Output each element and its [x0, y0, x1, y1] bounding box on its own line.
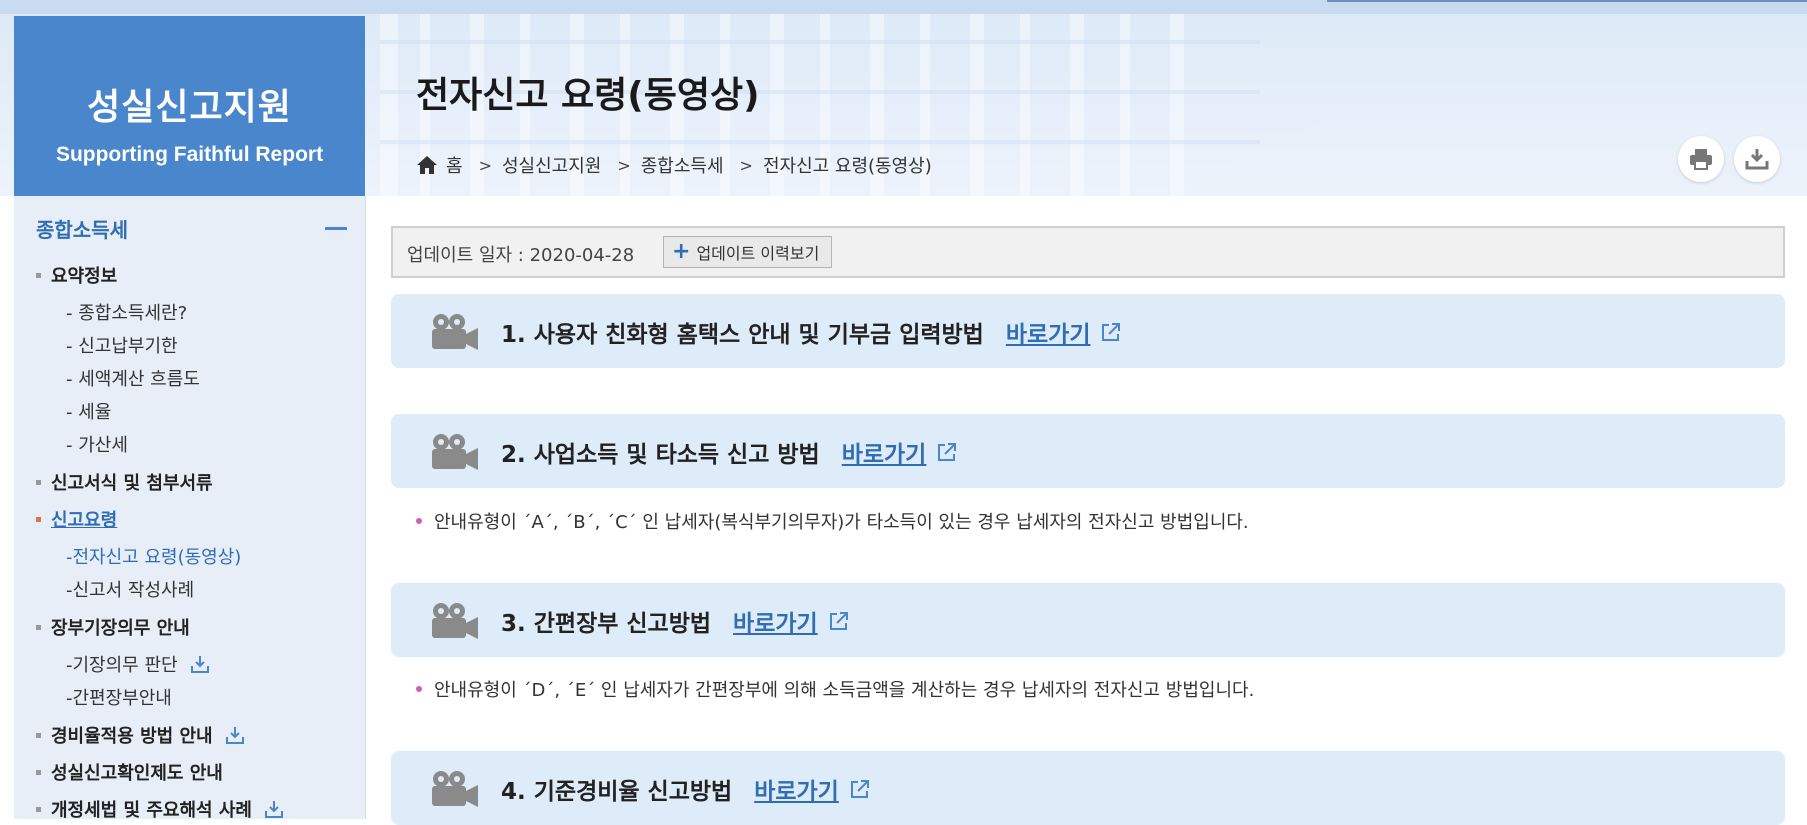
video-camera-icon — [432, 771, 478, 807]
section-description-text: 안내유형이 ´D´, ´E´ 인 납세자가 간편장부에 의해 소득금액을 계산하… — [434, 680, 1255, 701]
chevron-right-icon: > — [739, 155, 753, 175]
section-description: 안내유형이 ´D´, ´E´ 인 납세자가 간편장부에 의해 소득금액을 계산하… — [416, 676, 1254, 702]
external-link-icon[interactable] — [828, 610, 850, 632]
download-icon[interactable] — [190, 654, 210, 674]
sidebar-item-confirmation[interactable]: 성실신고확인제도 안내 — [36, 759, 223, 785]
external-link-icon[interactable] — [1100, 321, 1122, 343]
section-title: 4. 기준경비율 신고방법 바로가기 — [501, 772, 871, 806]
bullet-dot — [416, 686, 422, 692]
plus-icon: + — [672, 239, 691, 264]
brand-block: 성실신고지원 Supporting Faithful Report — [14, 16, 365, 196]
brand-subtitle: Supporting Faithful Report — [55, 143, 324, 166]
chevron-right-icon: > — [478, 155, 492, 175]
video-section: 1. 사용자 친화형 홈택스 안내 및 기부금 입력방법 바로가기 — [391, 294, 1785, 368]
print-button[interactable] — [1678, 136, 1724, 182]
download-icon[interactable] — [264, 799, 284, 819]
collapse-minus-icon[interactable] — [325, 227, 347, 230]
video-camera-icon — [432, 314, 478, 350]
bullet-dot — [416, 518, 422, 524]
breadcrumb-current: 전자신고 요령(동영상) — [762, 156, 932, 177]
breadcrumb: 홈 > 성실신고지원 > 종합소득세 > 전자신고 요령(동영상) — [416, 152, 932, 178]
sidebar-subitem[interactable]: - 종합소득세란? — [66, 299, 187, 325]
sidebar-subitem[interactable]: -신고서 작성사례 — [66, 576, 194, 602]
section-title: 2. 사업소득 및 타소득 신고 방법 바로가기 — [501, 435, 958, 469]
section-title: 3. 간편장부 신고방법 바로가기 — [501, 604, 850, 638]
shortcut-link[interactable]: 바로가기 — [842, 435, 927, 469]
section-title-text: 4. 기준경비율 신고방법 — [501, 779, 733, 805]
sidebar-subitem-label: -기장의무 판단 — [66, 655, 178, 676]
section-title-text: 1. 사용자 친화형 홈택스 안내 및 기부금 입력방법 — [501, 322, 984, 348]
update-history-button[interactable]: + 업데이트 이력보기 — [663, 236, 833, 268]
sidebar-subitem[interactable]: - 가산세 — [66, 431, 128, 457]
update-date: 업데이트 일자 : 2020-04-28 — [407, 245, 635, 266]
section-title-text: 3. 간편장부 신고방법 — [501, 611, 712, 637]
section-description-text: 안내유형이 ´A´, ´B´, ´C´ 인 납세자(복식부기의무자)가 타소득이… — [434, 512, 1249, 533]
breadcrumb-item[interactable]: 종합소득세 — [641, 152, 724, 178]
sidebar-item-summary[interactable]: 요약정보 — [36, 262, 117, 288]
video-section: 3. 간편장부 신고방법 바로가기 — [391, 583, 1785, 657]
print-icon — [1690, 149, 1712, 170]
top-strip — [0, 0, 1807, 14]
sidebar-item-bookkeeping[interactable]: 장부기장의무 안내 — [36, 614, 190, 640]
video-camera-icon — [432, 434, 478, 470]
sidebar-subitem[interactable]: - 신고납부기한 — [66, 332, 178, 358]
sidebar-subitem[interactable]: -기장의무 판단 — [66, 651, 210, 677]
home-icon[interactable] — [416, 155, 438, 175]
download-icon[interactable] — [225, 725, 245, 745]
external-link-icon[interactable] — [936, 441, 958, 463]
top-strip-accent — [1327, 0, 1807, 2]
sidebar-subitem-active[interactable]: -전자신고 요령(동영상) — [66, 543, 241, 569]
sidebar-subitem[interactable]: -간편장부안내 — [66, 684, 172, 710]
sidebar-subitem[interactable]: - 세액계산 흐름도 — [66, 365, 200, 391]
update-info-box: 업데이트 일자 : 2020-04-28 + 업데이트 이력보기 — [391, 226, 1785, 278]
shortcut-link[interactable]: 바로가기 — [754, 772, 839, 806]
sidebar-item-label: 개정세법 및 주요해석 사례 — [51, 800, 252, 821]
sidebar-item-tax-law[interactable]: 개정세법 및 주요해석 사례 — [36, 796, 284, 822]
update-history-label: 업데이트 이력보기 — [696, 244, 820, 263]
sidebar-item-label: 경비율적용 방법 안내 — [51, 726, 213, 747]
shortcut-link[interactable]: 바로가기 — [733, 604, 818, 638]
breadcrumb-item[interactable]: 성실신고지원 — [502, 152, 601, 178]
sidebar-item-guide[interactable]: 신고요령 — [36, 506, 117, 532]
sidebar-subitem[interactable]: - 세율 — [66, 398, 111, 424]
sidebar-heading[interactable]: 종합소득세 — [36, 214, 128, 243]
section-description: 안내유형이 ´A´, ´B´, ´C´ 인 납세자(복식부기의무자)가 타소득이… — [416, 508, 1249, 534]
page-title: 전자신고 요령(동영상) — [416, 75, 760, 116]
section-title-text: 2. 사업소득 및 타소득 신고 방법 — [501, 442, 820, 468]
sidebar-item-expense[interactable]: 경비율적용 방법 안내 — [36, 722, 245, 748]
video-section: 4. 기준경비율 신고방법 바로가기 — [391, 751, 1785, 825]
brand-title: 성실신고지원 — [87, 87, 292, 128]
breadcrumb-home[interactable]: 홈 — [446, 152, 463, 178]
video-camera-icon — [432, 603, 478, 639]
video-section: 2. 사업소득 및 타소득 신고 방법 바로가기 — [391, 414, 1785, 488]
chevron-right-icon: > — [617, 155, 631, 175]
shortcut-link[interactable]: 바로가기 — [1006, 315, 1091, 349]
sidebar-item-forms[interactable]: 신고서식 및 첨부서류 — [36, 469, 213, 495]
section-title: 1. 사용자 친화형 홈택스 안내 및 기부금 입력방법 바로가기 — [501, 315, 1122, 349]
external-link-icon[interactable] — [849, 778, 871, 800]
download-button[interactable] — [1734, 136, 1780, 182]
download-icon — [1745, 149, 1769, 170]
sidebar: 종합소득세 요약정보 - 종합소득세란? - 신고납부기한 - 세액계산 흐름도… — [14, 196, 366, 822]
